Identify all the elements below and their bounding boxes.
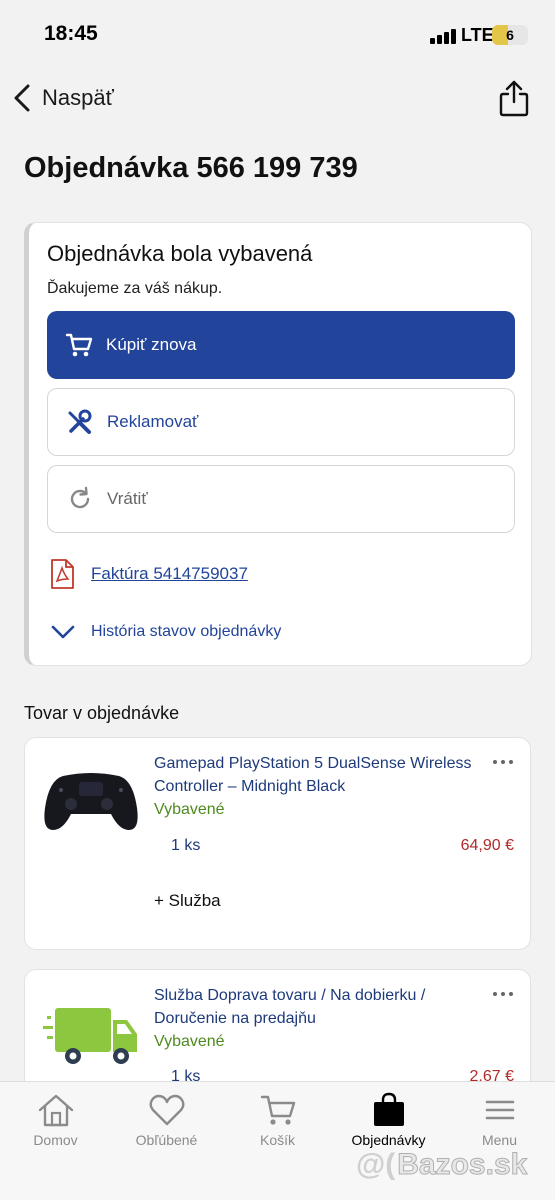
home-icon bbox=[38, 1094, 73, 1127]
buy-again-label: Kúpiť znova bbox=[106, 335, 197, 354]
buy-again-button[interactable]: Kúpiť znova bbox=[47, 311, 515, 379]
nav-bar: Naspäť bbox=[0, 78, 555, 122]
cart-icon bbox=[260, 1095, 295, 1125]
order-item[interactable]: Gamepad PlayStation 5 DualSense Wireless… bbox=[24, 737, 531, 950]
battery-level: 6 bbox=[506, 27, 514, 43]
item-name[interactable]: Služba Doprava tovaru / Na dobierku / Do… bbox=[154, 984, 474, 1030]
tab-orders[interactable]: Objednávky bbox=[333, 1092, 444, 1148]
claim-label: Reklamovať bbox=[107, 412, 199, 431]
order-status-subtitle: Ďakujeme za váš nákup. bbox=[47, 280, 223, 297]
item-name[interactable]: Gamepad PlayStation 5 DualSense Wireless… bbox=[154, 752, 474, 798]
tab-favorites[interactable]: Obľúbené bbox=[111, 1092, 222, 1148]
chevron-left-icon bbox=[14, 84, 30, 112]
more-options-icon[interactable] bbox=[492, 752, 514, 772]
tab-cart[interactable]: Košík bbox=[222, 1092, 333, 1148]
gamepad-icon bbox=[44, 773, 138, 830]
page-title: Objednávka 566 199 739 bbox=[24, 152, 358, 184]
invoice-label: Faktúra 5414759037 bbox=[91, 564, 248, 583]
order-status-card: Objednávka bola vybavená Ďakujeme za váš… bbox=[24, 222, 532, 666]
tab-label: Obľúbené bbox=[135, 1132, 198, 1148]
more-options-icon[interactable] bbox=[492, 984, 514, 1004]
claim-button[interactable]: Reklamovať bbox=[47, 388, 515, 456]
tab-home[interactable]: Domov bbox=[0, 1092, 111, 1148]
signal-strength-icon bbox=[430, 28, 456, 44]
status-time: 18:45 bbox=[44, 22, 98, 45]
status-bar: 18:45 LTE 6 bbox=[0, 0, 555, 70]
order-status-title: Objednávka bola vybavená bbox=[47, 241, 313, 266]
item-status: Vybavené bbox=[154, 1033, 225, 1050]
watermark-text: Bazos.sk bbox=[397, 1148, 528, 1182]
hamburger-menu-icon bbox=[485, 1100, 514, 1120]
add-service-button[interactable]: + Služba bbox=[154, 891, 221, 911]
back-button[interactable]: Naspäť bbox=[12, 78, 114, 118]
delivery-truck-icon bbox=[43, 1008, 137, 1064]
tab-label: Košík bbox=[259, 1132, 295, 1148]
heart-icon bbox=[149, 1094, 184, 1126]
invoice-link[interactable]: Faktúra 5414759037 bbox=[49, 559, 248, 589]
refresh-icon bbox=[70, 486, 90, 509]
pdf-file-icon bbox=[51, 559, 74, 589]
order-history-toggle[interactable]: História stavov objednávky bbox=[51, 623, 281, 641]
battery-icon: 6 bbox=[492, 25, 528, 45]
cart-icon bbox=[65, 333, 93, 357]
wrench-screwdriver-icon bbox=[68, 409, 92, 434]
tab-label: Objednávky bbox=[351, 1132, 426, 1148]
item-status: Vybavené bbox=[154, 801, 225, 818]
bottom-tab-bar: Domov Obľúbené Košík Objednávky Menu bbox=[0, 1081, 555, 1200]
network-type: LTE bbox=[461, 25, 494, 45]
chevron-down-icon bbox=[51, 625, 75, 639]
watermark: @( Bazos.sk bbox=[356, 1148, 528, 1182]
item-quantity: 1 ks bbox=[171, 837, 201, 854]
return-button[interactable]: Vrátiť bbox=[47, 465, 515, 533]
back-label: Naspäť bbox=[42, 85, 114, 110]
tab-label: Menu bbox=[481, 1132, 518, 1148]
shopping-bag-icon bbox=[373, 1092, 404, 1126]
tab-label: Domov bbox=[33, 1132, 78, 1148]
item-price: 64,90 € bbox=[460, 837, 514, 854]
share-icon[interactable] bbox=[496, 78, 532, 118]
watermark-logo: @( bbox=[356, 1148, 396, 1181]
return-label: Vrátiť bbox=[107, 489, 148, 508]
section-title: Tovar v objednávke bbox=[24, 703, 180, 723]
tab-menu[interactable]: Menu bbox=[444, 1092, 555, 1148]
order-history-label: História stavov objednávky bbox=[91, 623, 282, 640]
